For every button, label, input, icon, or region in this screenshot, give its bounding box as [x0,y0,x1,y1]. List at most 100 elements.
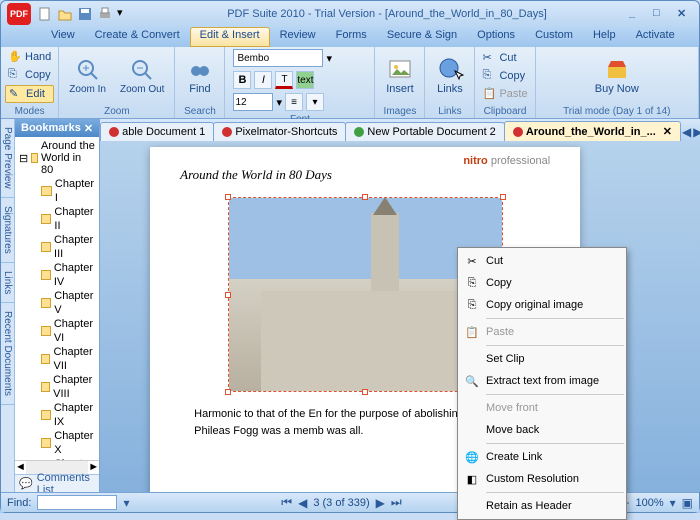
menu-icon: ✂ [464,253,480,269]
menu-item-help[interactable]: Help [583,27,626,47]
menu-item-custom[interactable]: Custom [525,27,583,47]
comments-list-button[interactable]: 💬 Comments List [15,474,99,492]
side-tab-links[interactable]: Links [1,263,14,303]
tab-prev-icon[interactable]: ◀ [682,125,691,139]
side-tab-page-preview[interactable]: Page Preview [1,119,14,198]
resize-handle[interactable] [225,389,231,395]
menu-item-edit-insert[interactable]: Edit & Insert [190,27,270,47]
document-tab[interactable]: able Document 1 [100,122,214,141]
next-page-icon[interactable]: ▶ [376,496,385,510]
font-color-button[interactable]: T [275,71,293,89]
first-page-icon[interactable]: ⏮ [281,495,292,510]
panel-close-icon[interactable]: ✕ [84,122,93,135]
bookmark-item[interactable]: Chapter I [17,177,97,205]
hand-tool[interactable]: ✋Hand [5,49,54,65]
buy-now-button[interactable]: Buy Now [589,53,645,99]
font-dropdown-icon[interactable]: ▾ [326,52,332,65]
print-icon[interactable] [97,6,113,22]
bookmark-item[interactable]: Chapter VII [17,345,97,373]
context-menu-custom-resolution[interactable]: ◧Custom Resolution [460,468,624,490]
find-input[interactable] [37,495,117,510]
minimize-icon[interactable]: _ [629,7,645,21]
context-menu-extract-text-from-image[interactable]: 🔍Extract text from image [460,370,624,392]
ribbon-label: Search [175,105,224,118]
ribbon: ✋Hand ⎘Copy ✎Edit Modes Zoom In Zoom Out… [1,47,699,119]
side-tab-signatures[interactable]: Signatures [1,198,14,263]
close-icon[interactable]: ✕ [677,7,693,21]
document-tab[interactable]: Around_the_World_in_...✕ [504,121,681,141]
context-menu-set-clip[interactable]: Set Clip [460,348,624,370]
context-menu-copy[interactable]: ⎘Copy [460,272,624,294]
menu-icon [464,422,480,438]
copy-button[interactable]: ⎘Copy [479,68,530,84]
bookmarks-header: Bookmarks ✕ [15,119,99,137]
menu-item-activate[interactable]: Activate [626,27,685,47]
font-family-select[interactable] [233,49,323,67]
menu-item-options[interactable]: Options [467,27,525,47]
context-menu-retain-as-header[interactable]: Retain as Header [460,495,624,517]
prev-page-icon[interactable]: ◀ [298,496,307,510]
bookmark-item[interactable]: Chapter V [17,289,97,317]
tab-close-icon[interactable]: ✕ [663,125,672,138]
context-menu-cut[interactable]: ✂Cut [460,250,624,272]
collapse-icon[interactable]: ⊟ [19,152,28,165]
size-dropdown-icon[interactable]: ▾ [276,96,282,109]
ribbon-group-zoom: Zoom In Zoom Out Zoom [59,47,175,118]
context-menu-create-link[interactable]: 🌐Create Link [460,446,624,468]
zoom-out-button[interactable]: Zoom Out [114,54,170,99]
find-options-icon[interactable]: ▾ [123,496,129,510]
last-page-icon[interactable]: ⏭ [391,495,402,510]
menu-item-forms[interactable]: Forms [326,27,377,47]
bookmark-item[interactable]: Chapter VIII [17,373,97,401]
resize-handle[interactable] [362,194,368,200]
bookmarks-tree[interactable]: ⊟ Around the World in 80 Chapter IChapte… [15,137,99,460]
view-mode-icon[interactable]: ▣ [682,496,693,510]
side-tab-recent-documents[interactable]: Recent Documents [1,303,14,405]
copy-tool[interactable]: ⎘Copy [5,67,54,83]
menu-item-review[interactable]: Review [270,27,326,47]
resize-handle[interactable] [362,389,368,395]
bookmark-item[interactable]: Chapter X [17,429,97,457]
insert-image-button[interactable]: Insert [380,53,420,99]
document-tab[interactable]: New Portable Document 2 [345,122,504,141]
document-tab[interactable]: Pixelmator-Shortcuts [213,122,346,141]
ribbon-label: Links [425,105,474,118]
zoom-out-icon [130,58,154,82]
menu-item-create-convert[interactable]: Create & Convert [85,27,190,47]
new-icon[interactable] [37,6,53,22]
edit-tool[interactable]: ✎Edit [5,85,54,103]
tab-next-icon[interactable]: ▶ [693,125,700,139]
cut-button[interactable]: ✂Cut [479,50,530,66]
paste-button[interactable]: 📋Paste [479,86,530,102]
context-menu-copy-original-image[interactable]: ⎘Copy original image [460,294,624,316]
bookmark-item[interactable]: Chapter VI [17,317,97,345]
italic-button[interactable]: I [254,71,272,89]
align-left-button[interactable]: ≡ [285,93,303,111]
bookmark-root[interactable]: ⊟ Around the World in 80 [17,139,97,177]
menu-item-view[interactable]: View [41,27,85,47]
bold-button[interactable]: B [233,71,251,89]
maximize-icon[interactable]: □ [653,7,669,21]
ribbon-label: Zoom [59,105,174,118]
context-menu-move-back[interactable]: Move back [460,419,624,441]
bookmark-item[interactable]: Chapter III [17,233,97,261]
qat-dropdown-icon[interactable]: ▾ [117,6,133,22]
menu-item-secure-sign[interactable]: Secure & Sign [377,27,467,47]
save-icon[interactable] [77,6,93,22]
align-drop-icon[interactable]: ▾ [306,93,324,111]
links-button[interactable]: Links [431,53,469,99]
resize-handle[interactable] [225,292,231,298]
resize-handle[interactable] [225,194,231,200]
bookmark-item[interactable]: Chapter IX [17,401,97,429]
zoom-in-button[interactable]: Zoom In [63,54,112,99]
bookmark-item[interactable]: Chapter IV [17,261,97,289]
bookmark-item[interactable]: Chapter II [17,205,97,233]
open-icon[interactable] [57,6,73,22]
font-size-select[interactable] [233,93,273,111]
highlight-button[interactable]: text [296,71,314,89]
tab-status-icon [109,127,119,137]
find-button[interactable]: Find [182,53,218,99]
app-logo[interactable]: PDF [7,3,31,25]
zoom-dropdown-icon[interactable]: ▾ [670,496,676,510]
resize-handle[interactable] [500,194,506,200]
